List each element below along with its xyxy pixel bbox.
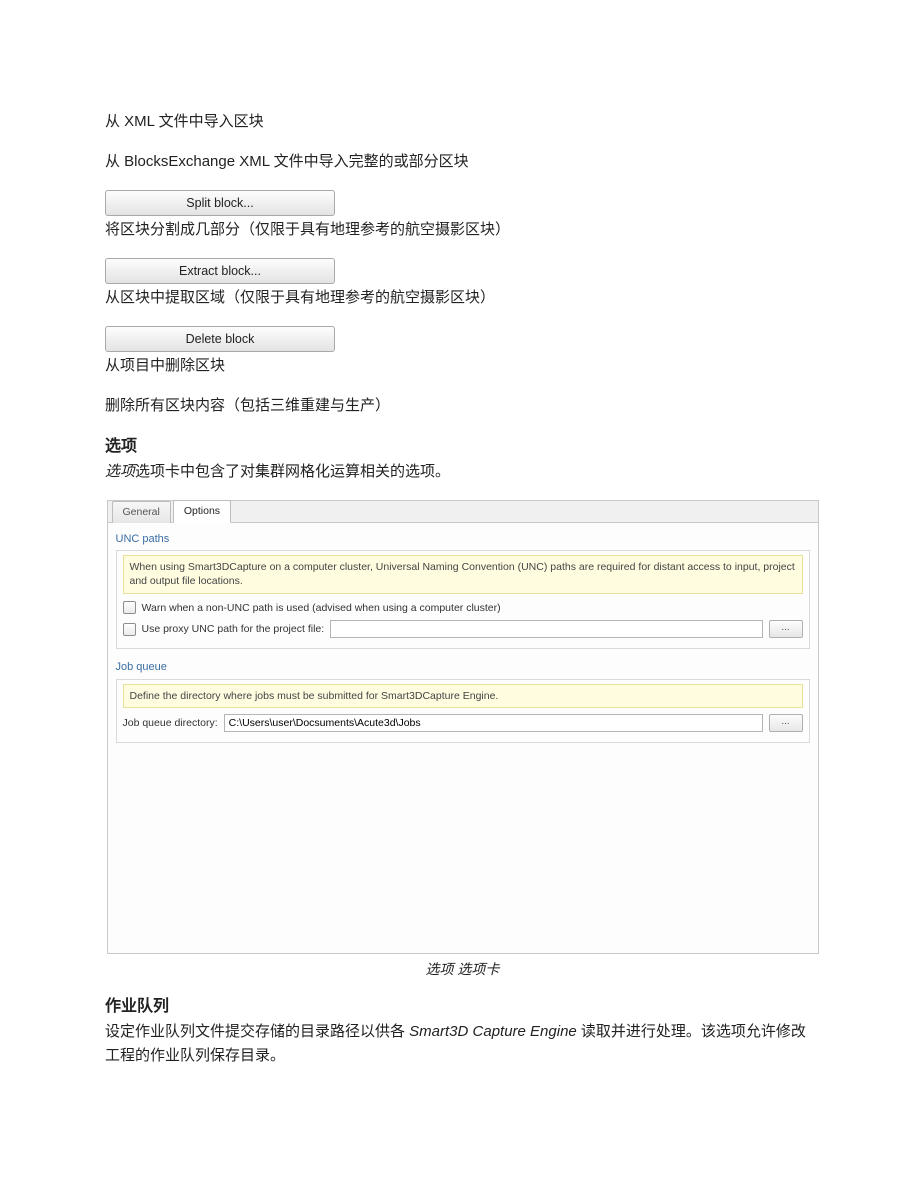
- options-intro-prefix: 选项: [105, 463, 135, 480]
- jobq-dir-label: Job queue directory:: [123, 715, 218, 732]
- unc-proxy-input[interactable]: [330, 620, 762, 638]
- split-block-button[interactable]: Split block...: [105, 190, 335, 216]
- jobq-group-label: Job queue: [116, 659, 810, 677]
- jobq-group: Define the directory where jobs must be …: [116, 679, 810, 743]
- options-caption: 选项 选项卡: [105, 958, 820, 980]
- delete-block-button[interactable]: Delete block: [105, 326, 335, 352]
- jobq-dir-input[interactable]: [224, 714, 763, 732]
- unc-warn-row: Warn when a non-UNC path is used (advise…: [123, 600, 803, 617]
- jobqueue-heading: 作业队列: [105, 994, 820, 1020]
- tab-options[interactable]: Options: [173, 500, 231, 523]
- options-heading: 选项: [105, 434, 820, 460]
- split-desc-text: 将区块分割成几部分（仅限于具有地理参考的航空摄影区块）: [105, 218, 820, 242]
- tab-general[interactable]: General: [112, 501, 171, 523]
- unc-warn-checkbox[interactable]: [123, 601, 136, 614]
- unc-group-label: UNC paths: [116, 531, 810, 549]
- delete-all-text: 删除所有区块内容（包括三维重建与生产）: [105, 394, 820, 418]
- extract-block-button[interactable]: Extract block...: [105, 258, 335, 284]
- options-intro-rest: 选项卡中包含了对集群网格化运算相关的选项。: [135, 463, 450, 480]
- import-xml-text: 从 XML 文件中导入区块: [105, 110, 820, 134]
- panel-body: UNC paths When using Smart3DCapture on a…: [108, 523, 818, 953]
- unc-warn-label: Warn when a non-UNC path is used (advise…: [142, 600, 501, 617]
- jobq-dir-row: Job queue directory: ...: [123, 714, 803, 732]
- unc-proxy-browse-button[interactable]: ...: [769, 620, 803, 638]
- import-bex-text: 从 BlocksExchange XML 文件中导入完整的或部分区块: [105, 150, 820, 174]
- jobqueue-engine-name: Smart3D Capture Engine: [409, 1023, 577, 1040]
- options-panel: General Options UNC paths When using Sma…: [107, 500, 819, 954]
- jobq-info-banner: Define the directory where jobs must be …: [123, 684, 803, 708]
- jobqueue-desc: 设定作业队列文件提交存储的目录路径以供各 Smart3D Capture Eng…: [105, 1020, 820, 1068]
- delete-desc-text: 从项目中删除区块: [105, 354, 820, 378]
- unc-proxy-checkbox[interactable]: [123, 623, 136, 636]
- unc-group: When using Smart3DCapture on a computer …: [116, 550, 810, 649]
- jobqueue-desc-a: 设定作业队列文件提交存储的目录路径以供各: [105, 1023, 409, 1040]
- options-intro-text: 选项选项卡中包含了对集群网格化运算相关的选项。: [105, 460, 820, 484]
- unc-proxy-label: Use proxy UNC path for the project file:: [142, 621, 325, 638]
- jobq-dir-browse-button[interactable]: ...: [769, 714, 803, 732]
- unc-info-banner: When using Smart3DCapture on a computer …: [123, 555, 803, 593]
- unc-proxy-row: Use proxy UNC path for the project file:…: [123, 620, 803, 638]
- extract-desc-text: 从区块中提取区域（仅限于具有地理参考的航空摄影区块）: [105, 286, 820, 310]
- tabs-strip: General Options: [108, 501, 818, 523]
